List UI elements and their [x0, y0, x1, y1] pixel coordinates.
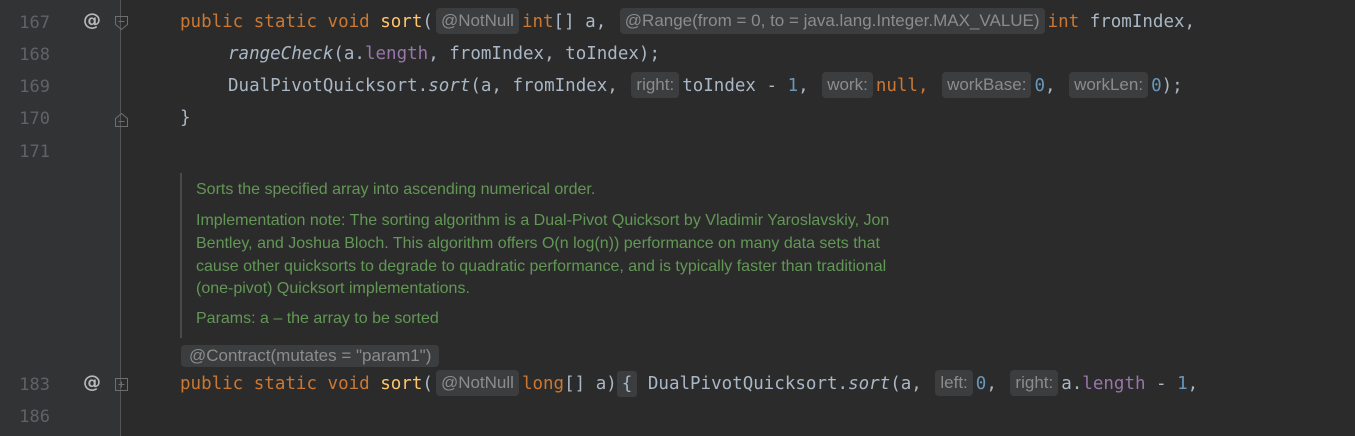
keyword: static	[253, 12, 317, 32]
keyword: public	[180, 12, 244, 32]
code-text: toIndex -	[682, 76, 788, 96]
line-number: 169	[19, 77, 50, 97]
line-number: 168	[19, 45, 50, 65]
keyword: null,	[875, 76, 929, 96]
javadoc-params: Params: a – the array to be sorted	[196, 310, 439, 327]
inlay-hint-contract[interactable]: @Contract(mutates = "param1")	[181, 345, 440, 367]
code-text: ,	[798, 76, 809, 96]
keyword: public	[180, 374, 244, 394]
field: length	[364, 44, 429, 64]
inlay-hint-workbase[interactable]: workBase:	[942, 72, 1032, 98]
override-at-icon[interactable]: @	[82, 5, 102, 37]
method-call: rangeCheck	[228, 44, 334, 64]
javadoc-summary: Sorts the specified array into ascending…	[196, 181, 596, 198]
method-call: sort	[428, 76, 471, 96]
closing-brace: }	[180, 108, 191, 128]
fold-collapse-icon[interactable]	[115, 16, 128, 30]
code-line-168[interactable]: rangeCheck(a.length, fromIndex, toIndex)…	[228, 38, 660, 70]
javadoc-note-line: Implementation note: The sorting algorit…	[196, 212, 890, 229]
code-text: ,	[1044, 76, 1056, 96]
keyword: void	[327, 374, 370, 394]
code-text: [] a)	[564, 374, 617, 394]
folded-body[interactable]: {	[616, 371, 638, 397]
code-line-170[interactable]: }	[180, 102, 191, 134]
method-call: sort	[848, 374, 891, 394]
inlay-hint-left[interactable]: left:	[935, 370, 973, 396]
inlay-hint-right[interactable]: right:	[1010, 370, 1059, 396]
number: 1	[1177, 374, 1188, 394]
code-text: );	[1161, 76, 1183, 96]
inlay-hint-range[interactable]: @Range(from = 0, to = java.lang.Integer.…	[619, 8, 1045, 34]
override-at-icon[interactable]: @	[82, 367, 102, 399]
javadoc-note-line: cause other quicksorts to degrade to qua…	[196, 258, 887, 275]
number: 0	[975, 374, 987, 394]
number: 0	[1034, 76, 1045, 96]
code-text: ,	[1187, 374, 1199, 394]
inlay-hint-right[interactable]: right:	[631, 72, 680, 98]
keyword: static	[253, 374, 317, 394]
rendered-javadoc[interactable]: Sorts the specified array into ascending…	[180, 173, 982, 338]
code-text: [] a,	[553, 12, 607, 32]
line-number: 170	[19, 109, 50, 129]
gutter-divider	[120, 0, 121, 436]
method-name: sort	[380, 12, 423, 32]
punct: (	[422, 374, 433, 394]
type-keyword: int	[1047, 12, 1080, 32]
code-text: (a,	[890, 374, 922, 394]
punct: (	[422, 12, 433, 32]
code-text: (a.	[333, 44, 365, 64]
inlay-hint-work[interactable]: work:	[822, 72, 873, 98]
line-number: 183	[19, 375, 50, 395]
keyword: void	[327, 12, 370, 32]
code-text: -	[1145, 374, 1178, 394]
type-keyword: int	[521, 12, 554, 32]
number: 1	[787, 76, 799, 96]
code-text: , fromIndex, toIndex);	[428, 44, 660, 64]
type-keyword: long	[521, 374, 565, 394]
field: length	[1082, 374, 1146, 394]
inlay-hint-notnull[interactable]: @NotNull	[435, 8, 519, 34]
code-text: ,	[986, 374, 997, 394]
javadoc-note-line: (one-pivot) Quicksort implementations.	[196, 280, 470, 297]
line-number: 171	[19, 142, 50, 162]
code-text: (a, fromIndex,	[470, 76, 618, 96]
number: 0	[1151, 76, 1162, 96]
method-name: sort	[380, 374, 423, 394]
fold-expand-icon[interactable]	[115, 378, 128, 392]
inlay-hint-notnull[interactable]: @NotNull	[435, 370, 519, 396]
class-ref: DualPivotQuicksort.	[647, 374, 849, 394]
code-line-169[interactable]: DualPivotQuicksort.sort(a, fromIndex, ri…	[228, 70, 1183, 102]
class-ref: DualPivotQuicksort.	[228, 76, 429, 96]
code-line-167[interactable]: public static void sort(@NotNull int[] a,…	[180, 6, 1195, 38]
line-number: 186	[19, 407, 50, 427]
line-number: 167	[19, 13, 50, 33]
javadoc-note-line: Bentley, and Joshua Bloch. This algorith…	[196, 235, 880, 252]
code-line-183[interactable]: public static void sort(@NotNull long[] a…	[180, 368, 1198, 400]
code-text: fromIndex,	[1089, 12, 1196, 32]
code-text: a.	[1061, 374, 1083, 394]
fold-end-icon[interactable]	[115, 113, 128, 127]
inlay-hint-worklen[interactable]: workLen:	[1069, 72, 1149, 98]
